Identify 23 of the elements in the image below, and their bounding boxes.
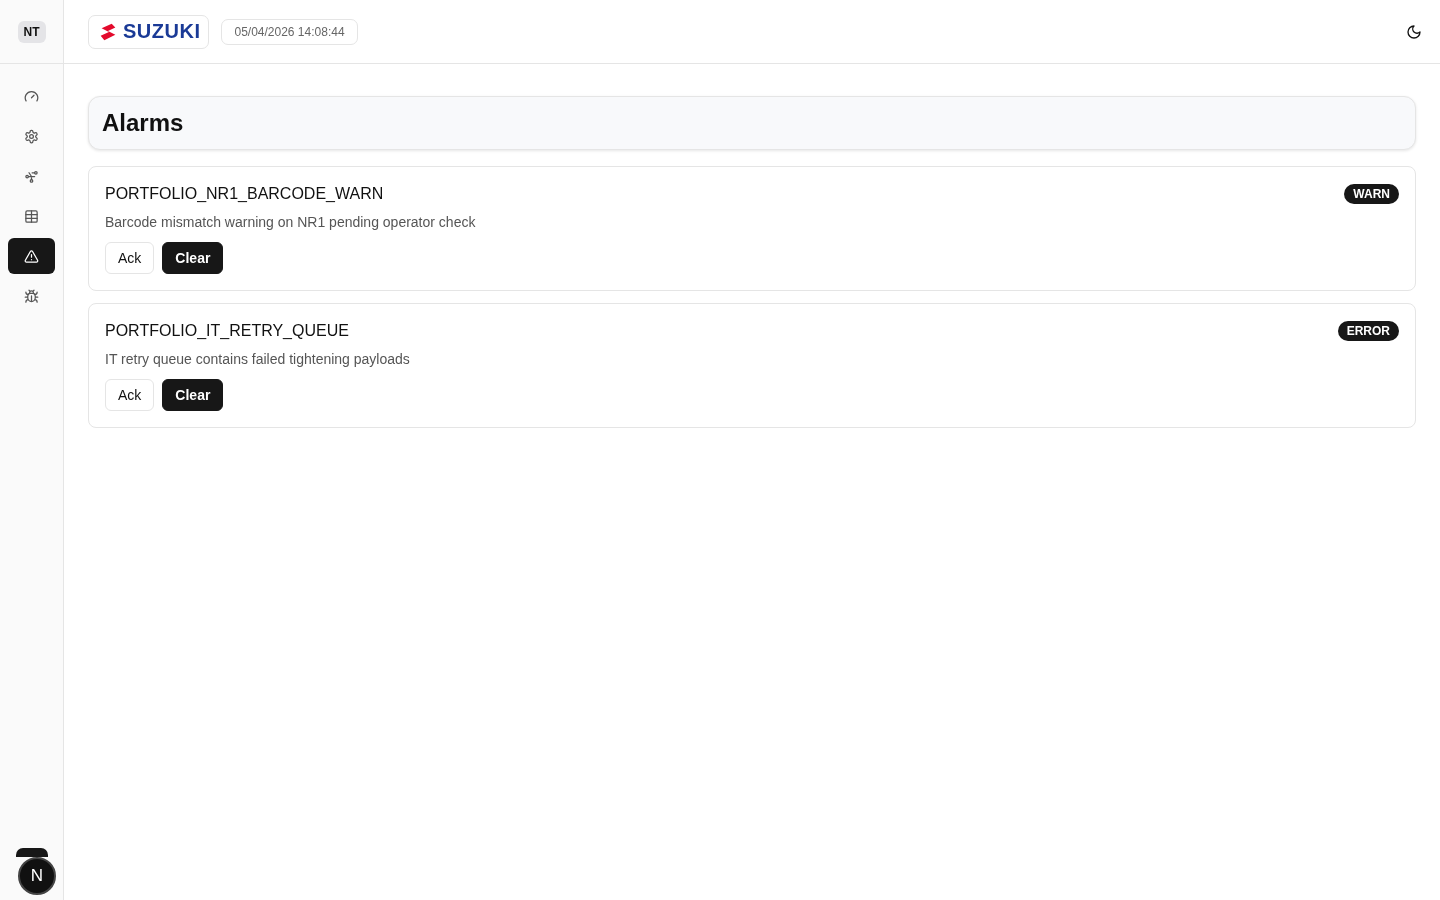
alarm-message: IT retry queue contains failed tightening payloads	[105, 351, 411, 367]
table-icon	[24, 208, 39, 224]
alarm-message: Barcode mismatch warning on NR1 pending operator check	[105, 214, 477, 230]
alarm-code: PORTFOLIO_NR1_BARCODE_WARN	[105, 185, 384, 203]
datetime-display: 05/04/2026 14:08:44	[221, 18, 358, 45]
sidebar-button[interactable]	[16, 848, 48, 857]
dev-tools-button[interactable]: N	[18, 857, 56, 895]
severity-badge: WARN	[1344, 184, 1399, 204]
clear-button[interactable]: Clear	[162, 379, 224, 411]
gauge-icon	[24, 88, 39, 104]
logo-text: SUZUKI	[123, 20, 201, 43]
user-initials-badge: NT	[17, 20, 46, 43]
ack-button[interactable]: Ack	[105, 379, 155, 411]
clear-button[interactable]: Clear	[162, 242, 224, 274]
settings-icon	[24, 128, 39, 144]
nav-item[interactable]	[8, 238, 55, 274]
warning-icon	[24, 248, 39, 264]
severity-badge: ERROR	[1337, 321, 1399, 341]
page-title: Alarms	[102, 109, 184, 137]
alarm-code: PORTFOLIO_IT_RETRY_QUEUE	[105, 322, 349, 340]
bug-icon	[24, 288, 39, 304]
ack-button[interactable]: Ack	[105, 242, 155, 274]
theme-toggle-icon[interactable]	[1406, 23, 1422, 40]
